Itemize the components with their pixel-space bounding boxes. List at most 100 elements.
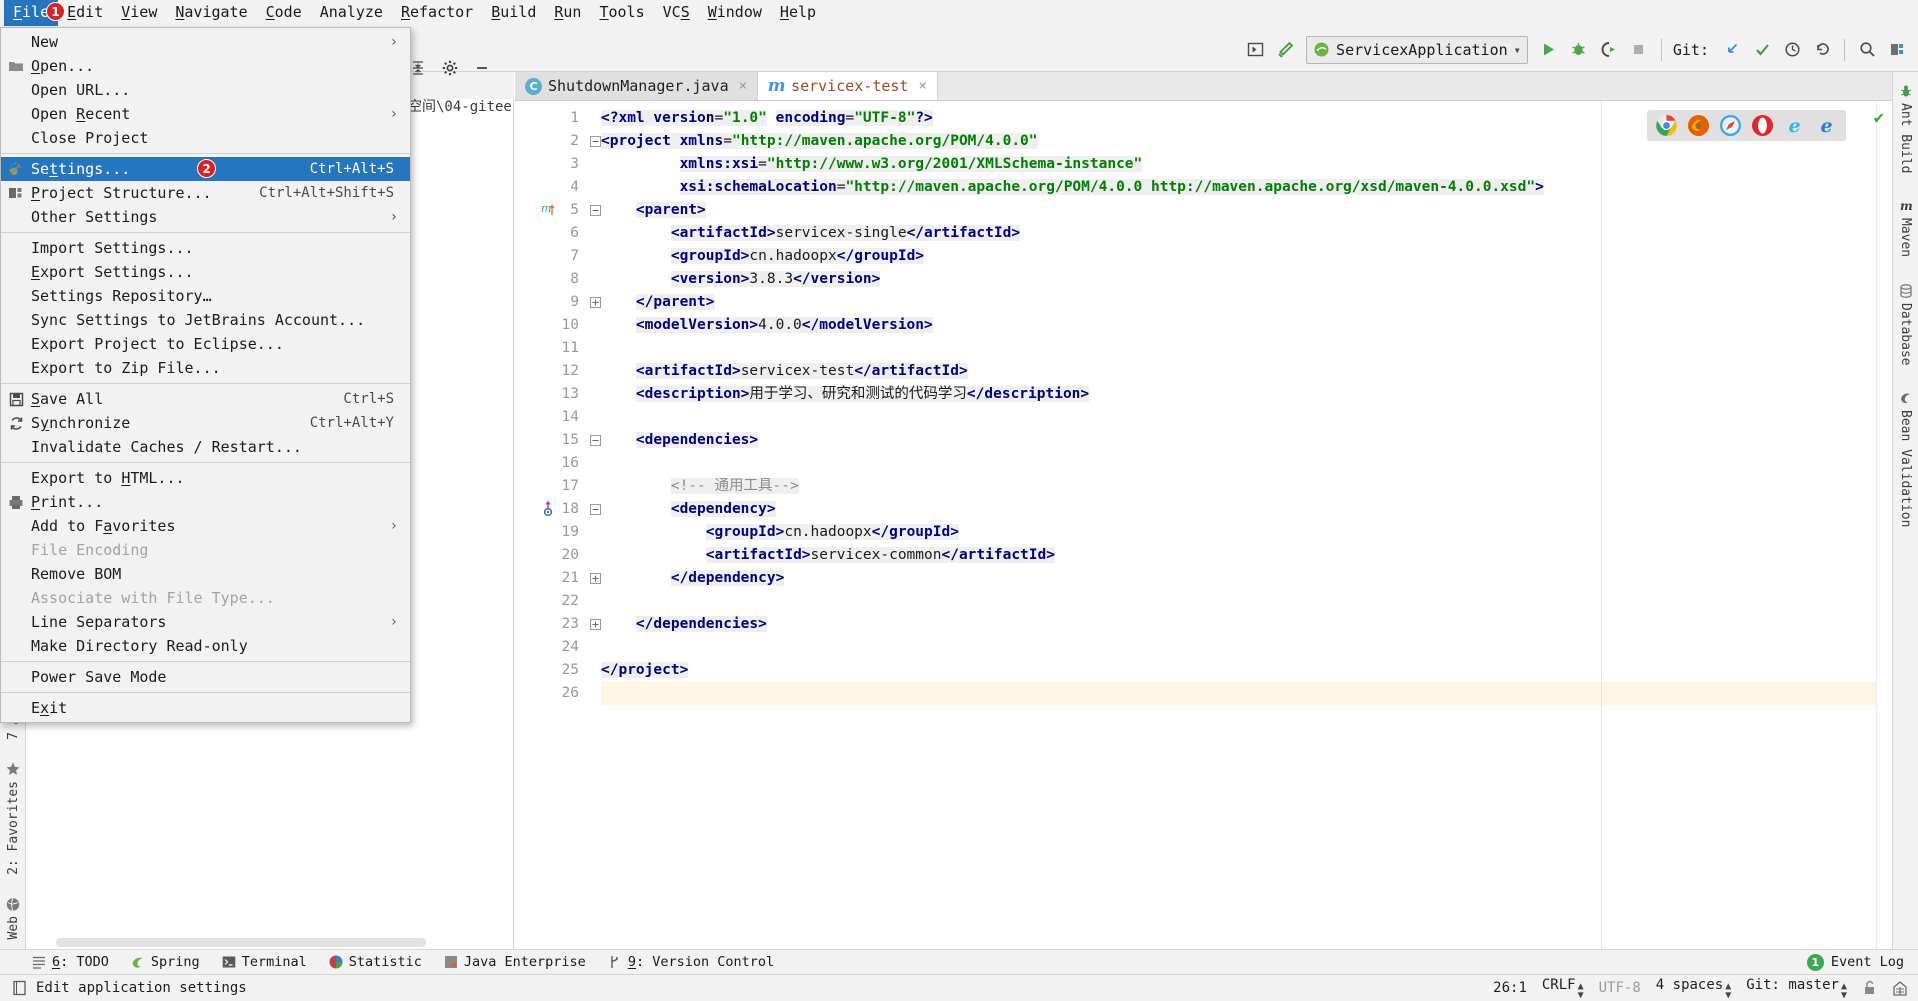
code-line[interactable] (601, 682, 1892, 705)
menu-item-synchronize[interactable]: Synchronize Ctrl+Alt+Y (1, 411, 410, 435)
code-text[interactable]: <?xml version="1.0" encoding="UTF-8"?> <p… (587, 101, 1892, 949)
run-configuration-selector[interactable]: ServicexApplication ▾ (1306, 35, 1528, 64)
menu-item-close-project[interactable]: Close Project (1, 126, 410, 150)
collapse-all-icon[interactable] (410, 60, 426, 76)
firefox-icon[interactable] (1687, 114, 1710, 137)
git-rollback-icon[interactable] (1807, 35, 1837, 65)
code-editor[interactable]: 1 2 3 4 5 m 6 7 8 9 10 11 12 13 14 15 16 17 18 19 20 21 22 23 24… (515, 101, 1892, 949)
code-line[interactable]: xmlns:xsi="http://www.w3.org/2001/XMLSch… (601, 153, 1892, 176)
menu-item-exit[interactable]: Exit (1, 696, 410, 720)
menu-vcs[interactable]: VCS (654, 0, 699, 26)
editor-tab-shutdownmanager-java[interactable]: C ShutdownManager.java × (515, 72, 759, 100)
menu-item-open[interactable]: Open... (1, 54, 410, 78)
stop-icon[interactable] (1624, 35, 1654, 65)
git-update-icon[interactable] (1717, 35, 1747, 65)
close-icon[interactable]: × (914, 78, 926, 94)
close-icon[interactable]: × (735, 78, 747, 94)
edge-icon[interactable]: e (1815, 114, 1838, 137)
chrome-icon[interactable] (1655, 114, 1678, 137)
code-line[interactable] (601, 636, 1892, 659)
menu-window[interactable]: Window (699, 0, 771, 26)
menu-item-export-to-zip-file[interactable]: Export to Zip File... (1, 356, 410, 380)
event-log-button[interactable]: 1 Event Log (1806, 953, 1904, 971)
code-line[interactable]: <description>用于学习、研究和测试的代码学习</descriptio… (601, 383, 1892, 406)
code-line[interactable]: <version>3.8.3</version> (601, 268, 1892, 291)
search-everywhere-icon[interactable] (1852, 35, 1882, 65)
git-commit-icon[interactable] (1747, 35, 1777, 65)
line-separator-widget[interactable]: CRLF ▲ ▼ (1542, 977, 1584, 1001)
menu-tools[interactable]: Tools (590, 0, 653, 26)
code-line[interactable]: <modelVersion>4.0.0</modelVersion> (601, 314, 1892, 337)
dependency-icon[interactable] (541, 501, 556, 517)
menu-item-invalidate-caches-restart[interactable]: Invalidate Caches / Restart... (1, 435, 410, 459)
menu-edit[interactable]: Edit (58, 0, 112, 26)
code-line[interactable] (601, 406, 1892, 429)
code-line[interactable] (601, 337, 1892, 360)
menu-item-project-structure[interactable]: Project Structure... Ctrl+Alt+Shift+S (1, 181, 410, 205)
menu-item-remove-bom[interactable]: Remove BOM (1, 562, 410, 586)
menu-item-export-project-to-eclipse[interactable]: Export Project to Eclipse... (1, 332, 410, 356)
code-line[interactable]: </dependency> (601, 567, 1892, 590)
project-structure-icon[interactable] (1882, 35, 1912, 65)
code-line[interactable]: <parent> (601, 199, 1892, 222)
git-branch-widget[interactable]: Git: master ▲ ▼ (1746, 977, 1847, 1001)
menu-build[interactable]: Build (482, 0, 545, 26)
code-line[interactable]: xsi:schemaLocation="http://maven.apache.… (601, 176, 1892, 199)
editor-tab-servicex-test[interactable]: m servicex-test × (758, 72, 938, 100)
hide-icon[interactable] (474, 60, 490, 76)
menu-item-sync-settings-to-jetbrains-account[interactable]: Sync Settings to JetBrains Account... (1, 308, 410, 332)
menu-analyze[interactable]: Analyze (311, 0, 392, 26)
build-hammer-icon[interactable] (1270, 35, 1300, 65)
chevron-down-icon[interactable]: ▾ (1514, 43, 1521, 57)
safari-icon[interactable] (1719, 114, 1742, 137)
menu-code[interactable]: Code (257, 0, 311, 26)
bottom-bar-item-terminal[interactable]: Terminal (222, 954, 307, 970)
menu-item-open-url[interactable]: Open URL... (1, 78, 410, 102)
bottom-bar-item-spring[interactable]: Spring (131, 954, 200, 970)
menu-item-other-settings[interactable]: Other Settings › (1, 205, 410, 229)
caret-position[interactable]: 26:1 (1493, 980, 1527, 996)
code-line[interactable]: <artifactId>servicex-common</artifactId> (601, 544, 1892, 567)
code-line[interactable]: <groupId>cn.hadoopx</groupId> (601, 521, 1892, 544)
code-line[interactable]: </dependencies> (601, 613, 1892, 636)
code-line[interactable]: </project> (601, 659, 1892, 682)
menu-item-print[interactable]: Print... (1, 490, 410, 514)
menu-item-import-settings[interactable]: Import Settings... (1, 236, 410, 260)
menu-item-save-all[interactable]: Save All Ctrl+S (1, 387, 410, 411)
inspection-level-icon[interactable] (1892, 980, 1908, 997)
bottom-bar-item-6-todo[interactable]: 6: TODO (32, 954, 109, 970)
menu-item-make-directory-read-only[interactable]: Make Directory Read-only (1, 634, 410, 658)
menu-item-add-to-favorites[interactable]: Add to Favorites › (1, 514, 410, 538)
indent-widget[interactable]: 4 spaces ▲ ▼ (1656, 977, 1731, 1001)
bottom-bar-item-java-enterprise[interactable]: Java Enterprise (444, 954, 586, 970)
left-rail-item-2-favorites[interactable]: 2: Favorites (6, 758, 21, 879)
gear-icon[interactable] (442, 60, 458, 76)
ie-icon[interactable]: e (1783, 114, 1806, 137)
menu-item-power-save-mode[interactable]: Power Save Mode (1, 665, 410, 689)
menu-item-open-recent[interactable]: Open Recent › (1, 102, 410, 126)
code-line[interactable]: <dependencies> (601, 429, 1892, 452)
code-line[interactable]: <groupId>cn.hadoopx</groupId> (601, 245, 1892, 268)
menu-item-settings[interactable]: Settings... Ctrl+Alt+S 2 (1, 157, 410, 181)
run-icon[interactable] (1534, 35, 1564, 65)
menu-item-settings-repository[interactable]: Settings Repository… (1, 284, 410, 308)
opera-icon[interactable] (1751, 114, 1774, 137)
menu-run[interactable]: Run (545, 0, 590, 26)
menu-navigate[interactable]: Navigate (166, 0, 256, 26)
code-line[interactable] (601, 452, 1892, 475)
bottom-bar-item-9-version-control[interactable]: 9: Version Control (608, 954, 774, 970)
left-rail-item-web[interactable]: Web (6, 893, 21, 943)
encoding-widget[interactable]: UTF-8 (1599, 980, 1641, 996)
menu-item-line-separators[interactable]: Line Separators › (1, 610, 410, 634)
menu-item-export-to-html[interactable]: Export to HTML... (1, 466, 410, 490)
bottom-bar-item-statistic[interactable]: Statistic (329, 954, 422, 970)
code-line[interactable]: </parent> (601, 291, 1892, 314)
right-rail-item-maven[interactable]: m Maven (1898, 195, 1913, 261)
menu-item-new[interactable]: New › (1, 30, 410, 54)
menu-help[interactable]: Help (771, 0, 825, 26)
project-pane-hscrollbar[interactable] (56, 938, 426, 947)
right-rail-item-database[interactable]: Database (1898, 280, 1913, 370)
right-rail-item-bean-validation[interactable]: Bean Validation (1898, 387, 1913, 531)
code-line[interactable]: <dependency> (601, 498, 1892, 521)
menu-refactor[interactable]: Refactor (392, 0, 482, 26)
